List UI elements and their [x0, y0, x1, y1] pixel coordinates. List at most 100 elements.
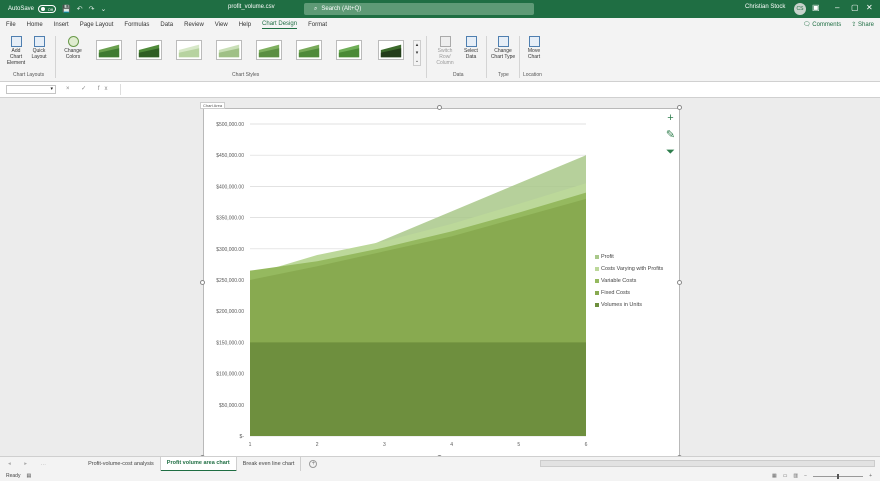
page-break-icon[interactable]: ▥ — [793, 473, 798, 479]
page-layout-icon[interactable]: ▭ — [783, 473, 788, 479]
move-chart-button[interactable]: Move Chart — [524, 36, 544, 61]
chart-styles-group-label: Chart Styles — [232, 72, 260, 78]
resize-handle[interactable] — [437, 105, 442, 110]
ribbon-display-icon[interactable]: ▣ — [812, 3, 820, 12]
chart-style-3[interactable] — [176, 40, 202, 60]
tab-view[interactable]: View — [215, 22, 228, 28]
share-button[interactable]: ⇪ Share — [851, 21, 874, 28]
user-name[interactable]: Christian Stock — [745, 4, 785, 10]
zoom-out-icon[interactable]: − — [804, 473, 807, 479]
x-tick-label: 3 — [383, 442, 386, 448]
legend-item[interactable]: Fixed Costs — [595, 287, 663, 299]
maximize-icon[interactable]: ▢ — [851, 3, 859, 12]
tab-file[interactable]: File — [6, 22, 16, 28]
chart-filters-funnel-icon[interactable]: ⏷ — [665, 147, 676, 158]
horizontal-scrollbar[interactable] — [540, 460, 875, 467]
chart-style-7[interactable] — [336, 40, 362, 60]
legend-item[interactable]: Profit — [595, 251, 663, 263]
chart-style-8[interactable] — [378, 40, 404, 60]
add-chart-element-button[interactable]: Add Chart Element — [6, 36, 26, 66]
undo-icon[interactable]: ↶ — [77, 5, 83, 13]
quick-layout-icon — [33, 36, 45, 47]
y-tick-label: $450,000.00 — [216, 153, 244, 159]
quick-layout-button[interactable]: Quick Layout — [29, 36, 49, 61]
minimize-icon[interactable]: – — [835, 3, 839, 12]
x-tick-label: 6 — [585, 442, 588, 448]
legend-item[interactable]: Volumes in Units — [595, 299, 663, 311]
comments-button[interactable]: 🗨 Comments — [803, 21, 841, 28]
resize-handle[interactable] — [677, 280, 682, 285]
chart-elements-plus-icon[interactable]: + — [665, 113, 676, 124]
chart-style-2[interactable] — [136, 40, 162, 60]
status-ready: Ready — [6, 473, 21, 479]
tab-help[interactable]: Help — [239, 22, 251, 28]
add-chart-element-label: Add Chart Element — [6, 48, 26, 66]
resize-handle[interactable] — [200, 280, 205, 285]
accessibility-icon[interactable]: ▤ — [26, 473, 31, 479]
zoom-slider[interactable] — [813, 473, 864, 479]
close-icon[interactable]: ✕ — [866, 3, 873, 12]
switch-row-column-button[interactable]: Switch Row/ Column — [432, 36, 458, 66]
x-tick-label: 1 — [249, 442, 252, 448]
tab-data[interactable]: Data — [160, 22, 173, 28]
tab-chart-design[interactable]: Chart Design — [262, 21, 298, 29]
save-icon[interactable]: 💾 — [62, 5, 71, 13]
y-tick-label: $150,000.00 — [216, 340, 244, 346]
tab-page-layout[interactable]: Page Layout — [80, 22, 114, 28]
type-group-label: Type — [498, 72, 509, 78]
change-chart-type-button[interactable]: Change Chart Type — [490, 36, 516, 61]
location-group-label: Location — [523, 72, 542, 78]
add-sheet-icon[interactable]: + — [309, 460, 318, 468]
legend-item[interactable]: Variable Costs — [595, 275, 663, 287]
chart-styles-brush-icon[interactable]: ✎ — [665, 130, 676, 141]
sheet-tab[interactable]: Profit-volume-cost analysis — [82, 456, 161, 472]
autosave-toggle[interactable]: Off — [38, 5, 57, 13]
search-placeholder: Search (Alt+Q) — [321, 6, 362, 12]
tab-insert[interactable]: Insert — [54, 22, 69, 28]
ribbon: Add Chart Element Quick Layout Chart Lay… — [0, 32, 880, 82]
normal-view-icon[interactable]: ▦ — [772, 473, 777, 479]
divider — [519, 36, 520, 78]
qat-dropdown-icon[interactable]: ⌄ — [101, 5, 107, 13]
legend-swatch — [595, 303, 599, 307]
sheet-nav-arrows[interactable]: ◂ ▸ … — [8, 461, 52, 467]
redo-icon[interactable]: ↷ — [89, 5, 95, 13]
legend-label: Fixed Costs — [601, 290, 631, 296]
formula-input[interactable] — [120, 84, 874, 95]
tab-formulas[interactable]: Formulas — [124, 22, 149, 28]
autosave-label: AutoSave — [8, 6, 35, 12]
y-tick-label: $- — [240, 434, 245, 440]
formula-buttons[interactable]: × ✓ fx — [66, 85, 113, 92]
select-data-button[interactable]: Select Data — [462, 36, 480, 61]
palette-icon — [67, 36, 79, 47]
avatar[interactable]: CS — [794, 3, 806, 15]
zoom-in-icon[interactable]: + — [869, 473, 872, 479]
move-chart-label: Move Chart — [527, 48, 541, 60]
chart-style-5[interactable] — [256, 40, 282, 60]
status-bar: Ready ▤ ▦ ▭ ▥ − + — [0, 471, 880, 481]
chart-style-4[interactable] — [216, 40, 242, 60]
sheet-tab[interactable]: Profit volume area chart — [160, 456, 237, 472]
legend-item[interactable]: Costs Varying with Profits — [595, 263, 663, 275]
chart-style-1[interactable] — [96, 40, 122, 60]
legend-swatch — [595, 255, 599, 259]
search-box[interactable]: ⌕ Search (Alt+Q) — [304, 3, 534, 15]
area-volumes-in-units[interactable] — [250, 342, 586, 436]
gallery-scroll[interactable]: ▴ ▾ ⌄ — [413, 40, 421, 66]
sheet-tab[interactable]: Break even line chart — [237, 456, 302, 472]
tab-home[interactable]: Home — [27, 22, 43, 28]
chart-legend[interactable]: Profit Costs Varying with Profits Variable… — [595, 251, 663, 311]
ribbon-tabs: File Home Insert Page Layout Formulas Data Rev… — [0, 18, 880, 32]
tab-format[interactable]: Format — [308, 22, 327, 28]
tab-review[interactable]: Review — [184, 22, 204, 28]
change-colors-button[interactable]: Change Colors — [62, 36, 84, 61]
file-name[interactable]: profit_volume.csv — [228, 4, 275, 10]
divider — [426, 36, 427, 78]
chart-style-6[interactable] — [296, 40, 322, 60]
change-chart-type-icon — [497, 36, 509, 47]
resize-handle[interactable] — [677, 105, 682, 110]
quick-layout-label: Quick Layout — [31, 48, 47, 60]
name-box[interactable]: ▾ — [6, 85, 56, 94]
x-tick-label: 4 — [450, 442, 453, 448]
change-colors-label: Change Colors — [64, 48, 82, 60]
